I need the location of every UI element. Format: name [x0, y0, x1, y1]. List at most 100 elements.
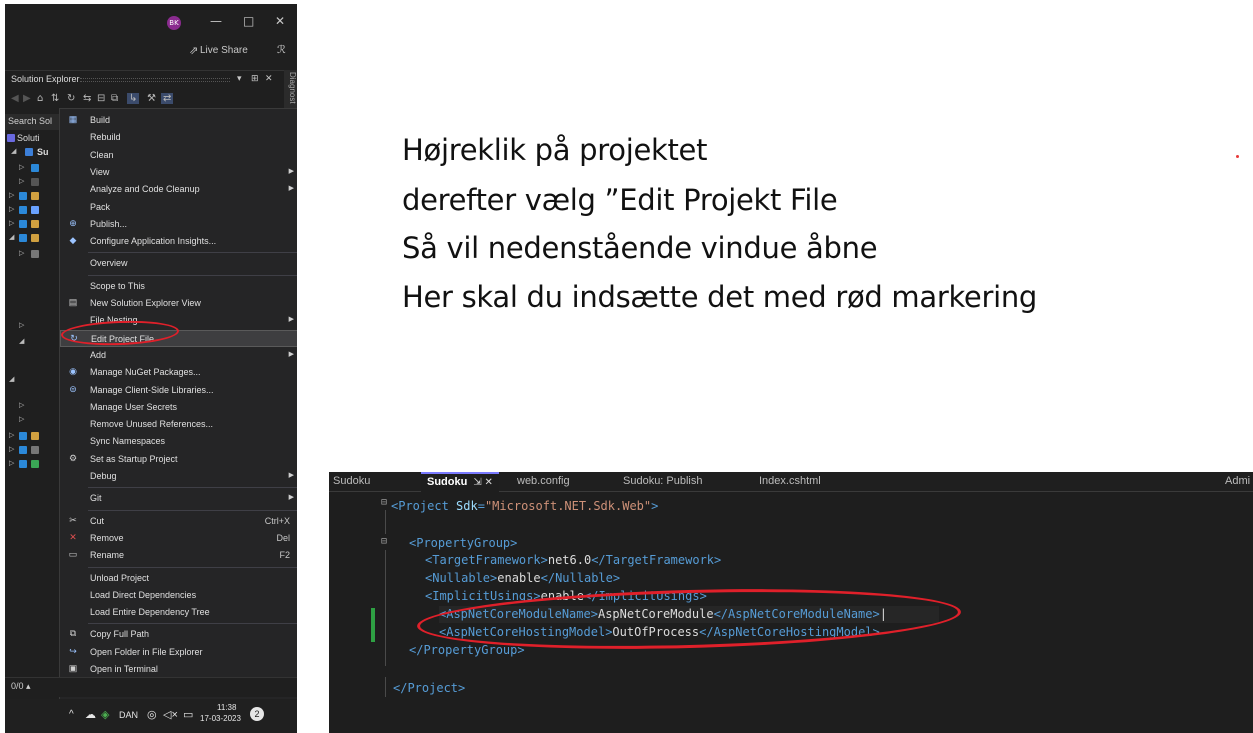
tree-item[interactable]: ▷: [5, 444, 61, 458]
menu-item-view[interactable]: View ▶: [60, 164, 297, 181]
live-share-button[interactable]: Live Share: [200, 45, 248, 56]
pin-close-icon[interactable]: ⇲ ✕: [473, 477, 493, 488]
tree-item[interactable]: ▷: [5, 430, 61, 444]
menu-item-copy-full-path[interactable]: ⧉ Copy Full Path: [60, 626, 297, 643]
menu-item-label: Debug: [90, 471, 117, 481]
menu-item-publish[interactable]: ⊕ Publish...: [60, 216, 297, 233]
menu-item-add[interactable]: Add ▶: [60, 347, 297, 364]
menu-item-scope-to-this[interactable]: Scope to This: [60, 278, 297, 295]
tab-sudoku-project[interactable]: Sudoku ⇲ ✕: [421, 472, 499, 492]
tree-item[interactable]: ▷: [5, 414, 61, 428]
tab-index-cshtml[interactable]: Index.cshtml: [759, 472, 821, 492]
properties-icon[interactable]: ⚒: [147, 93, 156, 104]
app-tray-icon[interactable]: ◈: [101, 708, 109, 721]
tree-item[interactable]: ▷: [5, 458, 61, 472]
dropdown-icon[interactable]: ▾: [237, 74, 242, 84]
status-counter[interactable]: 0/0 ▴: [11, 681, 31, 692]
expand-arrow-icon[interactable]: ◢: [11, 147, 16, 155]
home-icon[interactable]: ⌂: [37, 93, 43, 104]
menu-item-clean[interactable]: Clean: [60, 147, 297, 164]
tree-item[interactable]: ◢: [5, 232, 61, 246]
menu-item-debug[interactable]: Debug ▶: [60, 468, 297, 485]
menu-item-new-solution-explorer-view[interactable]: ▤ New Solution Explorer View: [60, 295, 297, 312]
menu-item-label: Remove Unused References...: [90, 419, 214, 430]
fold-toggle-icon[interactable]: ⊟: [381, 536, 387, 547]
fold-toggle-icon[interactable]: ⊟: [381, 497, 387, 508]
cloud-icon[interactable]: ☁: [85, 708, 96, 721]
volume-icon[interactable]: ◁×: [163, 708, 178, 721]
menu-item-manage-nuget-packages[interactable]: ◉ Manage NuGet Packages...: [60, 364, 297, 381]
windows-taskbar: ^ ☁ ◈ DAN ◎ ◁× ▭ 11:38 17-03-2023 2: [5, 699, 297, 733]
forward-icon[interactable]: ▶: [23, 93, 31, 104]
chevron-up-icon[interactable]: ^: [69, 709, 74, 720]
tree-item[interactable]: ▷: [5, 176, 61, 190]
menu-item-manage-user-secrets[interactable]: Manage User Secrets: [60, 399, 297, 416]
clock-date[interactable]: 17-03-2023: [200, 714, 241, 723]
maximize-button[interactable]: □: [243, 14, 254, 28]
tree-item[interactable]: ▷: [5, 320, 61, 334]
menu-item-rename[interactable]: ▭ Rename F2: [60, 547, 297, 564]
tree-item-label: Soluti: [17, 133, 40, 143]
tree-item[interactable]: ◢: [5, 374, 61, 388]
tree-item[interactable]: ▷: [5, 204, 61, 218]
avatar[interactable]: BK: [167, 16, 181, 30]
menu-item-load-entire-dependency-tree[interactable]: Load Entire Dependency Tree: [60, 604, 297, 621]
menu-item-open-in-terminal[interactable]: ▣ Open in Terminal: [60, 661, 297, 678]
minimize-button[interactable]: —: [210, 14, 222, 28]
active-doc-icon[interactable]: ⇄: [161, 93, 174, 104]
tab-web-config[interactable]: web.config: [517, 472, 570, 492]
menu-item-open-folder-in-file-explorer[interactable]: ↪ Open Folder in File Explorer: [60, 644, 297, 661]
collapse-icon[interactable]: ⊟: [97, 93, 105, 104]
tree-item[interactable]: ▷: [5, 190, 61, 204]
solution-search-input[interactable]: Search Sol: [5, 114, 65, 130]
show-all-icon[interactable]: ⧉: [111, 93, 118, 104]
clock-time[interactable]: 11:38: [217, 703, 236, 712]
tab-sudoku-solution[interactable]: Sudoku: [333, 472, 370, 492]
close-button[interactable]: ✕: [275, 14, 285, 28]
menu-item-configure-application-insights[interactable]: ◆ Configure Application Insights...: [60, 233, 297, 250]
tree-item[interactable]: ▷: [5, 248, 61, 262]
history-icon[interactable]: ↻: [67, 93, 75, 104]
submenu-arrow-icon: ▶: [288, 494, 294, 502]
live-share-icon[interactable]: ⇗: [189, 44, 198, 57]
menu-item-rebuild[interactable]: Rebuild: [60, 129, 297, 146]
tree-item[interactable]: ▷: [5, 162, 61, 176]
menu-item-load-direct-dependencies[interactable]: Load Direct Dependencies: [60, 587, 297, 604]
tab-sudoku-publish[interactable]: Sudoku: Publish: [623, 472, 703, 492]
battery-icon[interactable]: ▭: [183, 708, 193, 721]
tab-admin[interactable]: Admi: [1225, 472, 1250, 492]
menu-item-label: Analyze and Code Cleanup: [90, 184, 200, 195]
submenu-arrow-icon: ▶: [288, 472, 294, 479]
feedback-icon[interactable]: ℛ: [277, 43, 286, 56]
language-indicator[interactable]: DAN: [119, 710, 138, 720]
build-icon: ▦: [68, 114, 78, 124]
tree-item[interactable]: ◢: [5, 336, 61, 350]
menu-item-overview[interactable]: Overview: [60, 255, 297, 272]
tree-item[interactable]: ▷: [5, 218, 61, 232]
tree-item-solution[interactable]: Soluti: [5, 132, 61, 146]
menu-item-build[interactable]: ▦ Build: [60, 112, 297, 129]
switch-views-icon[interactable]: ⇅: [51, 93, 59, 104]
sync-icon[interactable]: ⇆: [83, 93, 91, 104]
pin-icon[interactable]: ⊞: [251, 74, 259, 84]
tree-item[interactable]: ▷: [5, 400, 61, 414]
menu-item-pack[interactable]: Pack: [60, 199, 297, 216]
menu-item-cut[interactable]: ✂ Cut Ctrl+X: [60, 513, 297, 530]
drag-grip[interactable]: [80, 78, 230, 82]
menu-item-analyze-and-code-cleanup[interactable]: Analyze and Code Cleanup ▶: [60, 181, 297, 198]
menu-item-set-as-startup-project[interactable]: ⚙ Set as Startup Project: [60, 451, 297, 468]
menu-item-manage-client-side-libraries[interactable]: ⊜ Manage Client-Side Libraries...: [60, 382, 297, 399]
menu-item-sync-namespaces[interactable]: Sync Namespaces: [60, 433, 297, 450]
solution-icon: [7, 134, 15, 142]
menu-item-unload-project[interactable]: Unload Project: [60, 570, 297, 587]
close-icon[interactable]: ✕: [265, 74, 273, 84]
menu-item-remove[interactable]: ✕ Remove Del: [60, 530, 297, 547]
wifi-icon[interactable]: ◎: [147, 708, 157, 721]
menu-item-remove-unused-references[interactable]: Remove Unused References...: [60, 416, 297, 433]
preview-icon[interactable]: ↳: [127, 93, 140, 104]
back-icon[interactable]: ◀: [11, 93, 19, 104]
menu-item-git[interactable]: Git ▶: [60, 490, 297, 507]
tree-item-project[interactable]: ◢ Su: [5, 146, 61, 160]
notification-badge[interactable]: 2: [250, 707, 264, 721]
search-placeholder: Search Sol: [8, 116, 53, 126]
